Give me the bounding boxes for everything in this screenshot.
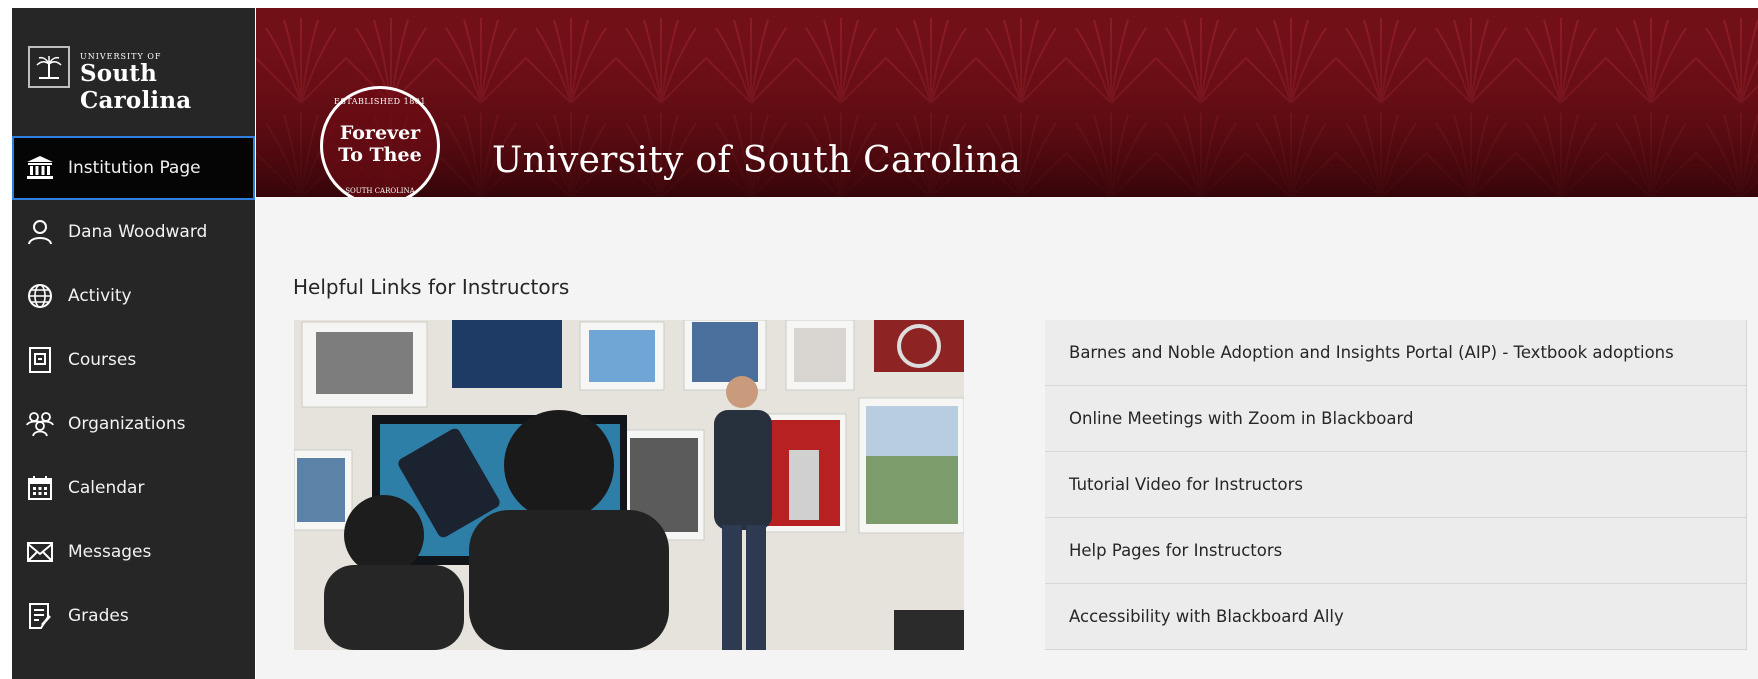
helpful-links-list: Barnes and Noble Adoption and Insights P… [1045,320,1747,650]
sidebar-item-messages[interactable]: Messages [12,520,255,584]
main-content: Helpful Links for Instructors Barnes and… [256,197,1758,679]
seal-bottom-text: SOUTH CAROLINA [345,187,415,195]
brand-logo[interactable]: UNIVERSITY OF South Carolina [28,46,248,114]
grades-icon [26,602,54,630]
instructor-photo [294,320,964,650]
sidebar-item-label: Activity [68,286,132,306]
envelope-icon [26,538,54,566]
institution-icon [26,154,54,182]
sidebar-item-label: Organizations [68,414,186,434]
sidebar-item-organizations[interactable]: Organizations [12,392,255,456]
calendar-icon [26,474,54,502]
link-zoom-meetings[interactable]: Online Meetings with Zoom in Blackboard [1045,386,1747,452]
seal-line-2: To Thee [338,144,422,166]
sidebar-item-label: Grades [68,606,129,626]
section-heading: Helpful Links for Instructors [293,275,570,299]
institution-title: University of South Carolina [492,140,1022,181]
seal-top-text: ESTABLISHED 1801 [334,97,426,106]
link-blackboard-ally[interactable]: Accessibility with Blackboard Ally [1045,584,1747,650]
sidebar-item-activity[interactable]: Activity [12,264,255,328]
brand-name: South Carolina [80,60,192,114]
link-tutorial-video[interactable]: Tutorial Video for Instructors [1045,452,1747,518]
palmetto-logo-icon [28,46,70,88]
seal-line-1: Forever [339,122,421,144]
sidebar-item-courses[interactable]: Courses [12,328,255,392]
app-frame: UNIVERSITY OF South Carolina Institution… [0,0,1758,679]
forever-to-thee-seal: ESTABLISHED 1801 Forever To Thee SOUTH C… [320,86,440,197]
sidebar-item-label: Institution Page [68,158,201,178]
link-help-pages[interactable]: Help Pages for Instructors [1045,518,1747,584]
organizations-icon [26,410,54,438]
user-icon [26,218,54,246]
sidebar-item-label: Courses [68,350,137,370]
sidebar-item-grades[interactable]: Grades [12,584,255,648]
seal-main-text: Forever To Thee [323,122,437,166]
sidebar-item-label: Calendar [68,478,145,498]
sidebar-item-label: Messages [68,542,152,562]
link-barnes-noble-aip[interactable]: Barnes and Noble Adoption and Insights P… [1045,320,1747,386]
sidebar-item-institution-page[interactable]: Institution Page [12,136,255,200]
sidebar: UNIVERSITY OF South Carolina Institution… [12,8,255,679]
sidebar-item-label: Dana Woodward [68,222,208,242]
sidebar-item-profile[interactable]: Dana Woodward [12,200,255,264]
globe-icon [26,282,54,310]
institution-banner: ESTABLISHED 1801 Forever To Thee SOUTH C… [256,8,1758,197]
sidebar-item-calendar[interactable]: Calendar [12,456,255,520]
courses-icon [26,346,54,374]
